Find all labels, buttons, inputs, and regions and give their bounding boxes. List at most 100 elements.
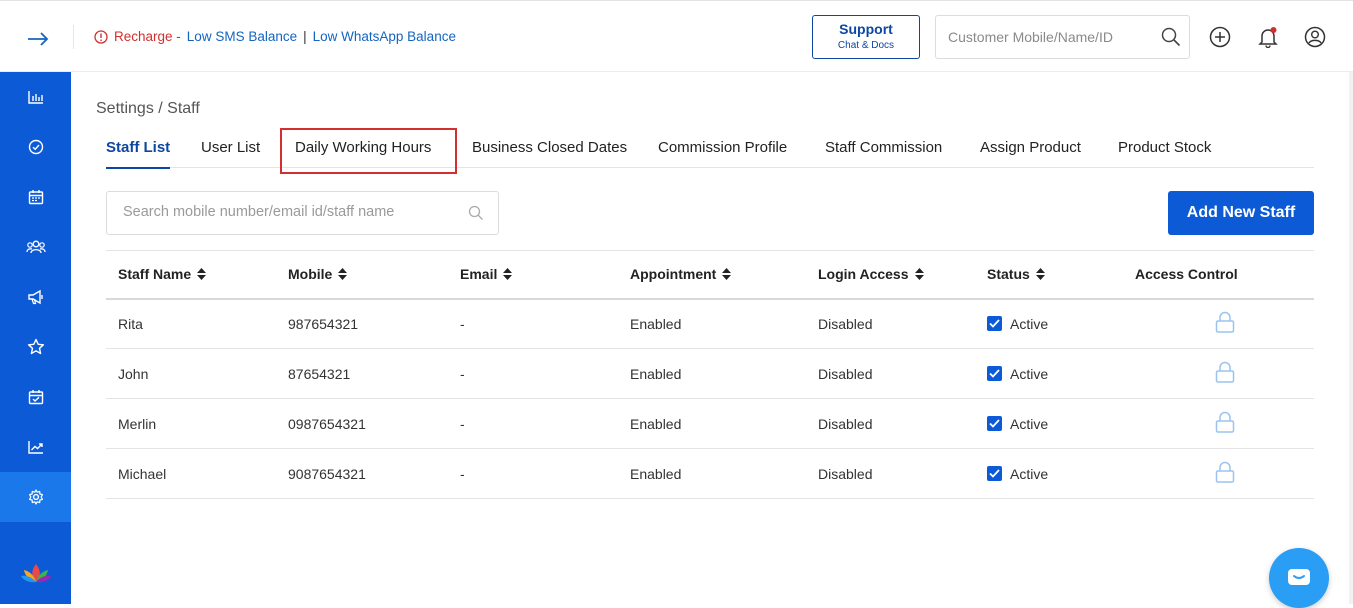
sidebar-item-reports[interactable] [0,422,71,472]
sidebar-item-feedback[interactable] [0,322,71,372]
column-header-mobile[interactable]: Mobile [276,250,448,300]
sidebar-item-calendar[interactable] [0,172,71,222]
recharge-link[interactable]: Recharge - [114,29,181,44]
status-label: Active [1010,365,1049,382]
sidebar-item-tasks[interactable] [0,122,71,172]
sidebar-item-settings[interactable] [0,472,71,522]
column-header-status[interactable]: Status [975,250,1135,300]
cell-appointment: Enabled [618,398,806,449]
cell-access-control [1135,398,1314,449]
check-circle-icon [28,139,43,155]
cell-email: - [448,398,618,449]
cell-staff-name: Rita [106,298,276,349]
balance-alert: Recharge - Low SMS Balance | Low WhatsAp… [94,29,456,44]
status-checkbox[interactable] [987,416,1002,431]
cell-appointment: Enabled [618,348,806,399]
gear-icon [28,489,43,505]
cell-access-control [1135,448,1314,499]
top-bar: Recharge - Low SMS Balance | Low WhatsAp… [0,0,1353,72]
sort-icon[interactable] [338,267,348,283]
staff-search-input[interactable] [123,204,453,220]
support-title: Support [839,21,893,37]
table-row: Rita 987654321 - Enabled Disabled Active [106,298,1314,349]
sort-icon[interactable] [1035,267,1045,283]
sidebar-item-marketing[interactable] [0,272,71,322]
low-whatsapp-balance-link[interactable]: Low WhatsApp Balance [313,29,456,44]
table-row: Merlin 0987654321 - Enabled Disabled Act… [106,398,1314,449]
breadcrumb: Settings / Staff [96,100,200,117]
search-icon[interactable] [468,205,484,226]
chat-bubble-icon [1288,569,1310,585]
sidebar-item-customers[interactable] [0,222,71,272]
sort-icon[interactable] [914,267,924,283]
table-header-row: Staff Name Mobile Email Appointment Logi… [106,250,1314,300]
column-header-email[interactable]: Email [448,250,618,300]
cell-login-access: Disabled [806,448,975,499]
add-circle-icon[interactable] [1208,25,1232,49]
lock-icon[interactable] [1215,361,1235,386]
calendar-icon [28,190,43,205]
cell-status: Active [975,348,1135,399]
sidebar-item-appointments[interactable] [0,372,71,422]
tab-user-list[interactable]: User List [201,128,260,168]
status-label: Active [1010,315,1049,332]
add-new-staff-button[interactable]: Add New Staff [1168,191,1314,235]
cell-status: Active [975,298,1135,349]
trend-icon [27,441,43,454]
lock-icon[interactable] [1215,411,1235,436]
lock-icon[interactable] [1215,311,1235,336]
customer-search-input[interactable] [948,29,1148,45]
staff-table: Staff Name Mobile Email Appointment Logi… [106,250,1314,499]
tab-product-stock[interactable]: Product Stock [1118,128,1211,168]
status-checkbox[interactable] [987,366,1002,381]
cell-access-control [1135,298,1314,349]
column-header-staff-name[interactable]: Staff Name [106,250,276,300]
column-header-login-access[interactable]: Login Access [806,250,975,300]
sort-icon[interactable] [503,267,513,283]
cell-staff-name: Michael [106,448,276,499]
customer-search-box [935,15,1190,59]
tab-daily-working-hours[interactable]: Daily Working Hours [295,128,431,168]
status-label: Active [1010,415,1049,432]
cell-login-access: Disabled [806,298,975,349]
brand-lotus-logo-icon [20,562,52,584]
cell-access-control [1135,348,1314,399]
user-avatar-icon[interactable] [1303,25,1327,49]
lock-icon[interactable] [1215,461,1235,486]
tab-staff-commission[interactable]: Staff Commission [825,128,942,168]
sidebar-item-dashboard[interactable] [0,72,71,122]
cell-email: - [448,448,618,499]
sort-icon[interactable] [722,267,732,283]
header-divider [73,25,74,49]
star-icon [27,338,44,355]
table-row: Michael 9087654321 - Enabled Disabled Ac… [106,448,1314,499]
cell-login-access: Disabled [806,348,975,399]
tab-business-closed-dates[interactable]: Business Closed Dates [472,128,627,168]
column-header-access-control: Access Control [1135,250,1314,300]
cell-email: - [448,298,618,349]
page-scrollbar[interactable] [1349,72,1353,604]
column-header-appointment[interactable]: Appointment [618,250,806,300]
sort-icon[interactable] [197,267,207,283]
tab-commission-profile[interactable]: Commission Profile [658,128,787,168]
search-icon[interactable] [1161,27,1181,52]
low-sms-balance-link[interactable]: Low SMS Balance [187,29,297,44]
tab-assign-product[interactable]: Assign Product [980,128,1081,168]
chat-widget-button[interactable] [1269,548,1329,608]
settings-tabs: Staff List User List Daily Working Hours… [106,128,1314,169]
cell-appointment: Enabled [618,298,806,349]
bar-chart-icon [27,91,43,104]
status-checkbox[interactable] [987,466,1002,481]
cell-status: Active [975,448,1135,499]
support-subtitle: Chat & Docs [837,40,895,51]
alert-info-icon [94,29,108,44]
megaphone-icon [27,289,43,305]
tab-staff-list[interactable]: Staff List [106,128,171,169]
staff-search-box [106,191,499,235]
cell-status: Active [975,398,1135,449]
support-button[interactable]: Support Chat & Docs [812,15,920,59]
expand-sidebar-arrow-icon[interactable] [24,25,52,53]
notification-bell-icon[interactable] [1256,25,1280,49]
status-checkbox[interactable] [987,316,1002,332]
status-label: Active [1010,465,1049,482]
